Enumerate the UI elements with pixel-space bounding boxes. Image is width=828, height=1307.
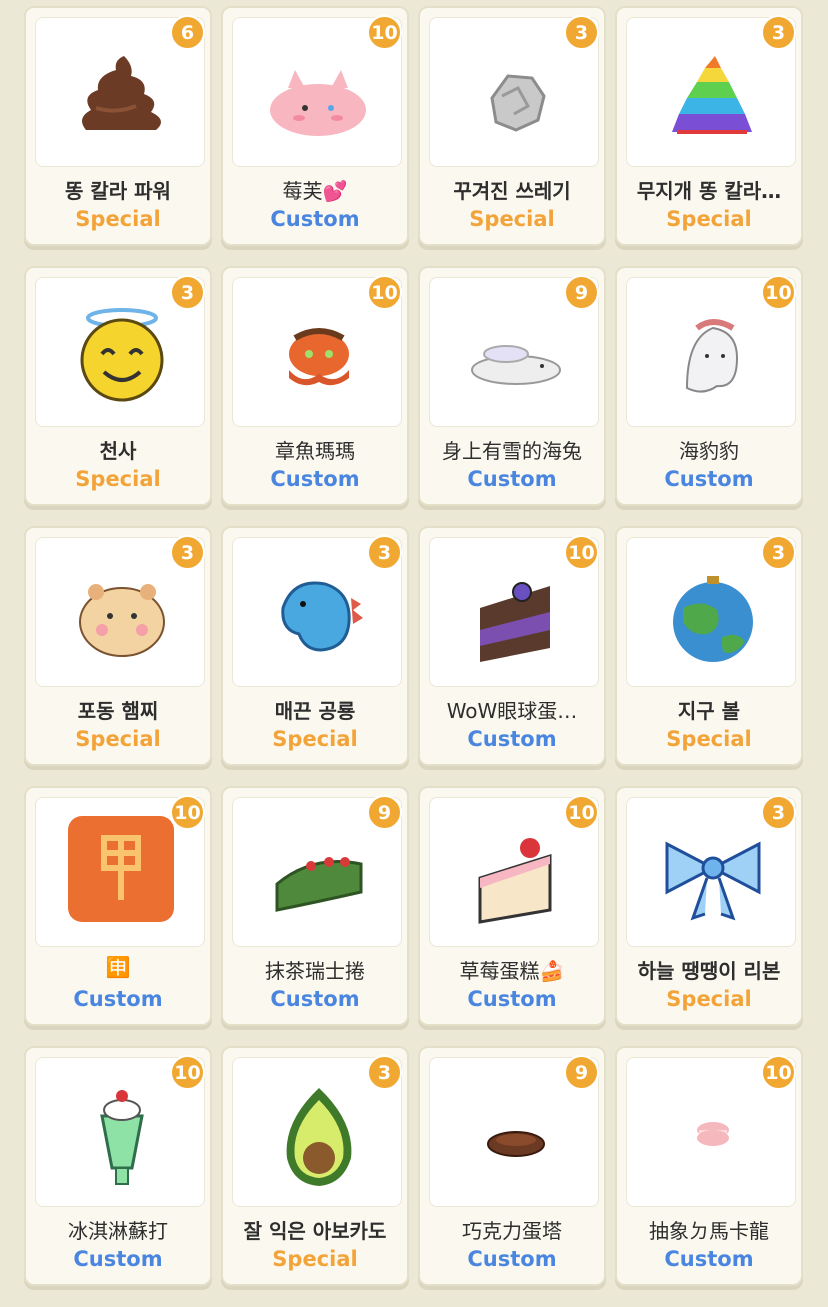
sticker-type: Custom — [664, 1247, 754, 1271]
count-badge: 3 — [170, 275, 205, 310]
sticker-card-19[interactable]: 9 巧克力蛋塔 Custom — [418, 1046, 606, 1286]
sticker-type: Custom — [664, 467, 754, 491]
sticker-type: Special — [272, 727, 358, 751]
sticker-card-3[interactable]: 3 꾸겨진 쓰레기 Special — [418, 6, 606, 246]
sticker-type: Special — [469, 207, 555, 231]
sticker-type: Custom — [467, 987, 557, 1011]
sticker-type: Custom — [270, 987, 360, 1011]
count-badge: 3 — [761, 535, 796, 570]
sticker-card-9[interactable]: 3 포동 햄찌 Special — [24, 526, 212, 766]
count-badge: 10 — [761, 1055, 796, 1090]
sticker-name: WoW眼球蛋… — [446, 699, 578, 723]
count-badge: 9 — [367, 795, 402, 830]
count-badge: 3 — [367, 535, 402, 570]
sticker-name: 抹茶瑞士捲 — [265, 959, 365, 983]
sticker-card-15[interactable]: 10 草莓蛋糕🍰 Custom — [418, 786, 606, 1026]
sticker-card-8[interactable]: 10 海豹豹 Custom — [615, 266, 803, 506]
sticker-type: Special — [666, 207, 752, 231]
sticker-type: Custom — [270, 467, 360, 491]
sticker-type: Custom — [73, 987, 163, 1011]
sticker-type: Special — [666, 987, 752, 1011]
count-badge: 9 — [564, 1055, 599, 1090]
sticker-card-1[interactable]: 6 똥 칼라 파워 Special — [24, 6, 212, 246]
sticker-name: 천사 — [99, 439, 137, 463]
sticker-type: Custom — [73, 1247, 163, 1271]
sticker-card-7[interactable]: 9 身上有雪的海兔 Custom — [418, 266, 606, 506]
sticker-name: 포동 햄찌 — [77, 699, 159, 723]
sticker-card-17[interactable]: 10 冰淇淋蘇打 Custom — [24, 1046, 212, 1286]
count-badge: 6 — [170, 15, 205, 50]
sticker-card-16[interactable]: 3 하늘 땡땡이 리본 Special — [615, 786, 803, 1026]
count-badge: 9 — [564, 275, 599, 310]
sticker-card-10[interactable]: 3 매끈 공룡 Special — [221, 526, 409, 766]
sticker-name: 🈸 — [105, 955, 131, 979]
sticker-type: Custom — [467, 467, 557, 491]
count-badge: 10 — [367, 15, 402, 50]
sticker-name: 무지개 똥 칼라… — [636, 179, 782, 203]
sticker-name: 身上有雪的海兔 — [442, 439, 582, 463]
count-badge: 3 — [761, 15, 796, 50]
sticker-name: 巧克力蛋塔 — [462, 1219, 562, 1243]
count-badge: 10 — [761, 275, 796, 310]
sticker-type: Custom — [270, 207, 360, 231]
sticker-name: 章魚瑪瑪 — [275, 439, 355, 463]
sticker-card-2[interactable]: 10 莓芙💕 Custom — [221, 6, 409, 246]
sticker-name: 莓芙💕 — [282, 179, 348, 203]
count-badge: 10 — [367, 275, 402, 310]
sticker-name: 海豹豹 — [679, 439, 739, 463]
sticker-card-18[interactable]: 3 잘 익은 아보카도 Special — [221, 1046, 409, 1286]
sticker-name: 抽象ㄉ馬卡龍 — [649, 1219, 769, 1243]
sticker-card-13[interactable]: 10 🈸 Custom — [24, 786, 212, 1026]
count-badge: 3 — [564, 15, 599, 50]
sticker-name: 草莓蛋糕🍰 — [459, 959, 565, 983]
sticker-type: Custom — [467, 727, 557, 751]
sticker-type: Special — [666, 727, 752, 751]
sticker-card-14[interactable]: 9 抹茶瑞士捲 Custom — [221, 786, 409, 1026]
sticker-name: 똥 칼라 파워 — [65, 179, 171, 203]
sticker-type: Custom — [467, 1247, 557, 1271]
count-badge: 3 — [367, 1055, 402, 1090]
count-badge: 3 — [170, 535, 205, 570]
count-badge: 10 — [564, 535, 599, 570]
sticker-card-11[interactable]: 10 WoW眼球蛋… Custom — [418, 526, 606, 766]
sticker-name: 잘 익은 아보카도 — [243, 1219, 387, 1243]
sticker-card-20[interactable]: 10 抽象ㄉ馬卡龍 Custom — [615, 1046, 803, 1286]
sticker-name: 하늘 땡땡이 리본 — [637, 959, 781, 983]
sticker-grid: 6 똥 칼라 파워 Special 10 莓芙💕 Custom 3 꾸겨진 쓰레… — [0, 0, 828, 1286]
sticker-type: Special — [272, 1247, 358, 1271]
count-badge: 10 — [564, 795, 599, 830]
sticker-card-6[interactable]: 10 章魚瑪瑪 Custom — [221, 266, 409, 506]
sticker-type: Special — [75, 727, 161, 751]
sticker-name: 꾸겨진 쓰레기 — [453, 179, 571, 203]
sticker-type: Special — [75, 207, 161, 231]
sticker-name: 지구 볼 — [677, 699, 741, 723]
sticker-name: 매끈 공룡 — [274, 699, 356, 723]
sticker-card-4[interactable]: 3 무지개 똥 칼라… Special — [615, 6, 803, 246]
sticker-card-12[interactable]: 3 지구 볼 Special — [615, 526, 803, 766]
count-badge: 10 — [170, 1055, 205, 1090]
sticker-card-5[interactable]: 3 천사 Special — [24, 266, 212, 506]
sticker-type: Special — [75, 467, 161, 491]
count-badge: 3 — [761, 795, 796, 830]
count-badge: 10 — [170, 795, 205, 830]
sticker-name: 冰淇淋蘇打 — [68, 1219, 168, 1243]
